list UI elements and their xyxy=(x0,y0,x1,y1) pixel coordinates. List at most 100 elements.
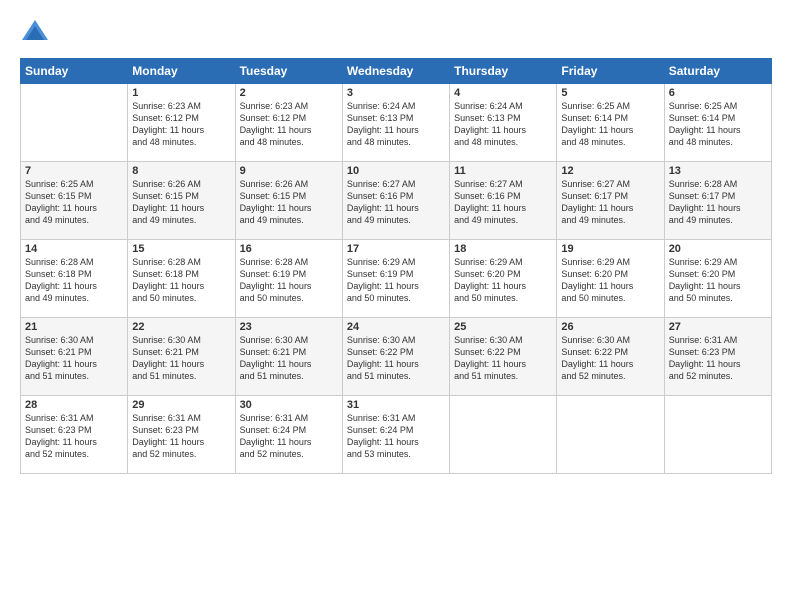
calendar-cell: 2Sunrise: 6:23 AM Sunset: 6:12 PM Daylig… xyxy=(235,84,342,162)
week-row-2: 7Sunrise: 6:25 AM Sunset: 6:15 PM Daylig… xyxy=(21,162,772,240)
weekday-header-monday: Monday xyxy=(128,59,235,84)
day-number: 22 xyxy=(132,321,230,333)
calendar-cell xyxy=(664,396,771,474)
day-info: Sunrise: 6:28 AM Sunset: 6:18 PM Dayligh… xyxy=(25,256,123,305)
calendar-cell: 1Sunrise: 6:23 AM Sunset: 6:12 PM Daylig… xyxy=(128,84,235,162)
day-number: 17 xyxy=(347,243,445,255)
day-number: 15 xyxy=(132,243,230,255)
weekday-header-wednesday: Wednesday xyxy=(342,59,449,84)
calendar-cell: 14Sunrise: 6:28 AM Sunset: 6:18 PM Dayli… xyxy=(21,240,128,318)
day-info: Sunrise: 6:27 AM Sunset: 6:16 PM Dayligh… xyxy=(454,178,552,227)
day-info: Sunrise: 6:30 AM Sunset: 6:21 PM Dayligh… xyxy=(240,334,338,383)
day-number: 14 xyxy=(25,243,123,255)
calendar-cell: 22Sunrise: 6:30 AM Sunset: 6:21 PM Dayli… xyxy=(128,318,235,396)
calendar-cell: 21Sunrise: 6:30 AM Sunset: 6:21 PM Dayli… xyxy=(21,318,128,396)
day-number: 31 xyxy=(347,399,445,411)
calendar-table: SundayMondayTuesdayWednesdayThursdayFrid… xyxy=(20,58,772,474)
calendar-cell: 17Sunrise: 6:29 AM Sunset: 6:19 PM Dayli… xyxy=(342,240,449,318)
calendar-cell: 23Sunrise: 6:30 AM Sunset: 6:21 PM Dayli… xyxy=(235,318,342,396)
day-info: Sunrise: 6:24 AM Sunset: 6:13 PM Dayligh… xyxy=(347,100,445,149)
day-number: 4 xyxy=(454,87,552,99)
calendar-cell xyxy=(21,84,128,162)
day-info: Sunrise: 6:27 AM Sunset: 6:17 PM Dayligh… xyxy=(561,178,659,227)
day-info: Sunrise: 6:27 AM Sunset: 6:16 PM Dayligh… xyxy=(347,178,445,227)
weekday-header-tuesday: Tuesday xyxy=(235,59,342,84)
header xyxy=(20,18,772,48)
calendar-cell: 20Sunrise: 6:29 AM Sunset: 6:20 PM Dayli… xyxy=(664,240,771,318)
day-info: Sunrise: 6:25 AM Sunset: 6:15 PM Dayligh… xyxy=(25,178,123,227)
calendar-cell: 28Sunrise: 6:31 AM Sunset: 6:23 PM Dayli… xyxy=(21,396,128,474)
calendar-cell: 27Sunrise: 6:31 AM Sunset: 6:23 PM Dayli… xyxy=(664,318,771,396)
day-info: Sunrise: 6:30 AM Sunset: 6:21 PM Dayligh… xyxy=(132,334,230,383)
calendar-cell xyxy=(450,396,557,474)
calendar-cell: 16Sunrise: 6:28 AM Sunset: 6:19 PM Dayli… xyxy=(235,240,342,318)
calendar-cell: 4Sunrise: 6:24 AM Sunset: 6:13 PM Daylig… xyxy=(450,84,557,162)
weekday-header-thursday: Thursday xyxy=(450,59,557,84)
day-number: 25 xyxy=(454,321,552,333)
calendar-cell: 9Sunrise: 6:26 AM Sunset: 6:15 PM Daylig… xyxy=(235,162,342,240)
day-info: Sunrise: 6:25 AM Sunset: 6:14 PM Dayligh… xyxy=(669,100,767,149)
day-number: 11 xyxy=(454,165,552,177)
day-info: Sunrise: 6:30 AM Sunset: 6:22 PM Dayligh… xyxy=(454,334,552,383)
day-info: Sunrise: 6:24 AM Sunset: 6:13 PM Dayligh… xyxy=(454,100,552,149)
day-info: Sunrise: 6:25 AM Sunset: 6:14 PM Dayligh… xyxy=(561,100,659,149)
calendar-cell: 18Sunrise: 6:29 AM Sunset: 6:20 PM Dayli… xyxy=(450,240,557,318)
week-row-1: 1 Sunrise: 6:23 AM Sunset: 6:12 PM Daylig… xyxy=(21,84,772,162)
day-number: 1 xyxy=(132,87,230,99)
day-info: Sunrise: 6:31 AM Sunset: 6:24 PM Dayligh… xyxy=(347,412,445,461)
calendar-cell: 5Sunrise: 6:25 AM Sunset: 6:14 PM Daylig… xyxy=(557,84,664,162)
calendar-cell: 3Sunrise: 6:24 AM Sunset: 6:13 PM Daylig… xyxy=(342,84,449,162)
day-info: Sunrise: 6:28 AM Sunset: 6:17 PM Dayligh… xyxy=(669,178,767,227)
day-info: Sunrise: 6:31 AM Sunset: 6:23 PM Dayligh… xyxy=(669,334,767,383)
weekday-header-friday: Friday xyxy=(557,59,664,84)
calendar-cell: 12Sunrise: 6:27 AM Sunset: 6:17 PM Dayli… xyxy=(557,162,664,240)
day-number: 26 xyxy=(561,321,659,333)
day-info: Sunrise: 6:29 AM Sunset: 6:20 PM Dayligh… xyxy=(454,256,552,305)
day-number: 20 xyxy=(669,243,767,255)
logo xyxy=(20,18,54,48)
day-info: Sunrise: 6:31 AM Sunset: 6:23 PM Dayligh… xyxy=(25,412,123,461)
week-row-3: 14Sunrise: 6:28 AM Sunset: 6:18 PM Dayli… xyxy=(21,240,772,318)
day-number: 6 xyxy=(669,87,767,99)
day-number: 2 xyxy=(240,87,338,99)
page: SundayMondayTuesdayWednesdayThursdayFrid… xyxy=(0,0,792,612)
calendar-cell: 25Sunrise: 6:30 AM Sunset: 6:22 PM Dayli… xyxy=(450,318,557,396)
day-number: 29 xyxy=(132,399,230,411)
day-number: 12 xyxy=(561,165,659,177)
day-number: 27 xyxy=(669,321,767,333)
calendar-cell: 6Sunrise: 6:25 AM Sunset: 6:14 PM Daylig… xyxy=(664,84,771,162)
calendar-cell: 24Sunrise: 6:30 AM Sunset: 6:22 PM Dayli… xyxy=(342,318,449,396)
day-info: Sunrise: 6:30 AM Sunset: 6:22 PM Dayligh… xyxy=(561,334,659,383)
calendar-cell: 15Sunrise: 6:28 AM Sunset: 6:18 PM Dayli… xyxy=(128,240,235,318)
calendar-cell: 8Sunrise: 6:26 AM Sunset: 6:15 PM Daylig… xyxy=(128,162,235,240)
weekday-header-saturday: Saturday xyxy=(664,59,771,84)
day-number: 13 xyxy=(669,165,767,177)
day-number: 8 xyxy=(132,165,230,177)
day-info: Sunrise: 6:26 AM Sunset: 6:15 PM Dayligh… xyxy=(240,178,338,227)
day-number: 23 xyxy=(240,321,338,333)
calendar-cell: 29Sunrise: 6:31 AM Sunset: 6:23 PM Dayli… xyxy=(128,396,235,474)
day-info: Sunrise: 6:30 AM Sunset: 6:21 PM Dayligh… xyxy=(25,334,123,383)
weekday-header-row: SundayMondayTuesdayWednesdayThursdayFrid… xyxy=(21,59,772,84)
day-info: Sunrise: 6:30 AM Sunset: 6:22 PM Dayligh… xyxy=(347,334,445,383)
weekday-header-sunday: Sunday xyxy=(21,59,128,84)
day-info: Sunrise: 6:29 AM Sunset: 6:19 PM Dayligh… xyxy=(347,256,445,305)
day-number: 10 xyxy=(347,165,445,177)
day-info: Sunrise: 6:29 AM Sunset: 6:20 PM Dayligh… xyxy=(561,256,659,305)
day-info: Sunrise: 6:23 AM Sunset: 6:12 PM Dayligh… xyxy=(240,100,338,149)
day-number: 7 xyxy=(25,165,123,177)
calendar-cell: 13Sunrise: 6:28 AM Sunset: 6:17 PM Dayli… xyxy=(664,162,771,240)
week-row-4: 21Sunrise: 6:30 AM Sunset: 6:21 PM Dayli… xyxy=(21,318,772,396)
day-info: Sunrise: 6:29 AM Sunset: 6:20 PM Dayligh… xyxy=(669,256,767,305)
calendar-cell: 7Sunrise: 6:25 AM Sunset: 6:15 PM Daylig… xyxy=(21,162,128,240)
day-number: 30 xyxy=(240,399,338,411)
logo-icon xyxy=(20,18,50,48)
day-number: 5 xyxy=(561,87,659,99)
day-info: Sunrise: 6:28 AM Sunset: 6:19 PM Dayligh… xyxy=(240,256,338,305)
calendar-cell: 19Sunrise: 6:29 AM Sunset: 6:20 PM Dayli… xyxy=(557,240,664,318)
day-number: 3 xyxy=(347,87,445,99)
day-info: Sunrise: 6:28 AM Sunset: 6:18 PM Dayligh… xyxy=(132,256,230,305)
day-number: 24 xyxy=(347,321,445,333)
day-info: Sunrise: 6:31 AM Sunset: 6:24 PM Dayligh… xyxy=(240,412,338,461)
day-number: 19 xyxy=(561,243,659,255)
